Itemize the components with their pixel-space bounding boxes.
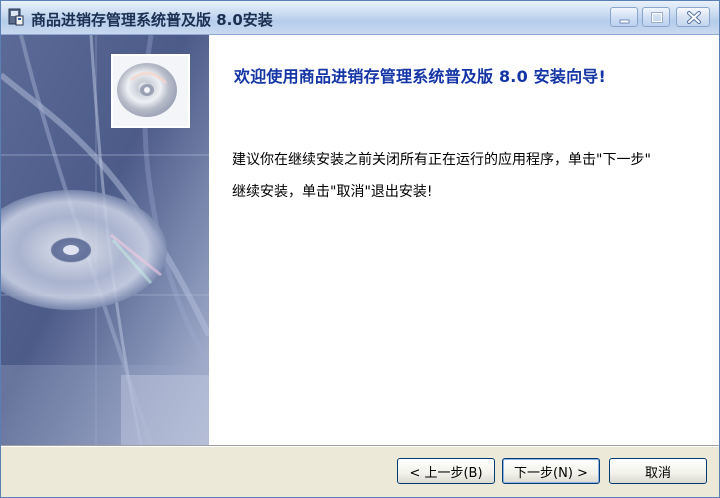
- instruction-line-2: 继续安装，单击"取消"退出安装!: [232, 184, 433, 200]
- minimize-button[interactable]: [610, 7, 638, 27]
- window-title: 商品进销存管理系统普及版 8.0安装: [31, 11, 273, 29]
- maximize-button[interactable]: [642, 7, 670, 27]
- maximize-icon: [651, 12, 663, 23]
- minimize-icon: [619, 19, 630, 24]
- cancel-button[interactable]: 取消: [609, 458, 707, 484]
- side-banner-image: [1, 35, 209, 445]
- back-button[interactable]: < 上一步(B): [397, 458, 495, 484]
- welcome-heading: 欢迎使用商品进销存管理系统普及版 8.0 安装向导!: [234, 67, 606, 86]
- close-icon: [687, 11, 701, 24]
- instruction-line-1: 建议你在继续安装之前关闭所有正在运行的应用程序，单击"下一步": [232, 152, 651, 168]
- installer-window: 商品进销存管理系统普及版 8.0安装 欢迎使用商品进销存管理系统普及版 8.0 …: [0, 0, 720, 498]
- title-bar[interactable]: 商品进销存管理系统普及版 8.0安装: [1, 1, 719, 35]
- installer-app-icon[interactable]: [7, 8, 25, 26]
- cd-disc-icon: [117, 63, 177, 117]
- next-button[interactable]: 下一步(N) >: [502, 458, 600, 484]
- close-button[interactable]: [676, 7, 710, 27]
